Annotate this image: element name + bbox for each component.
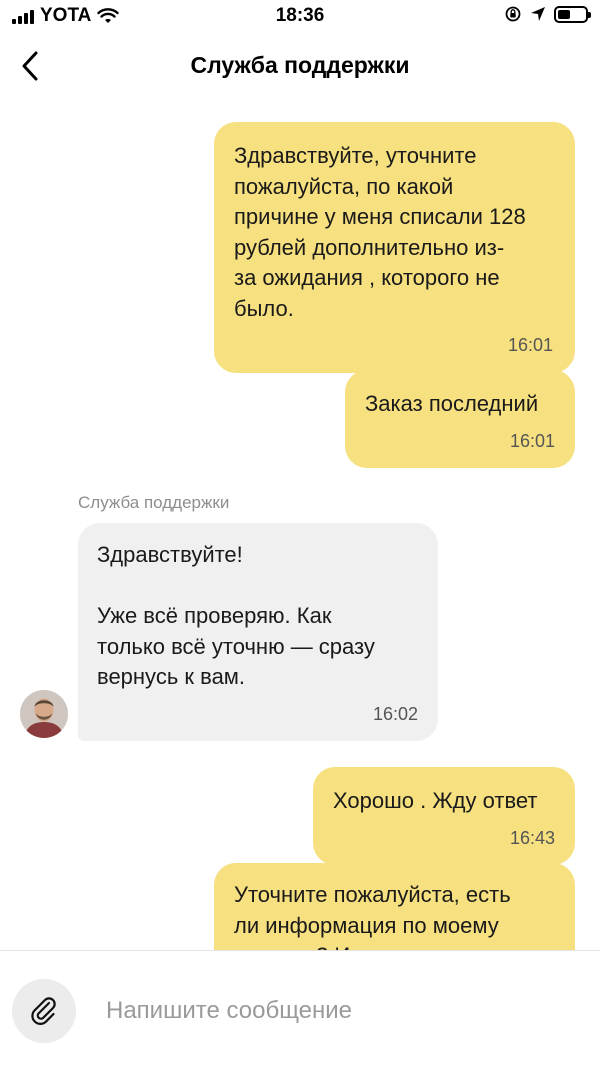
message-composer [0,950,600,1066]
paperclip-icon [31,997,56,1025]
battery-icon [554,5,591,23]
message-time: 16:43 [509,827,555,848]
message-outgoing[interactable]: Уточните пожалуйста, есть ли информация … [214,863,575,950]
message-incoming[interactable]: Здравствуйте! Уже всё проверяю. Как толь… [78,523,438,741]
message-outgoing[interactable]: Здравствуйте, уточните пожалуйста, по ка… [214,122,575,373]
status-bar: YOTA 18:36 [0,0,600,34]
message-text: Хорошо . Жду ответ [333,788,538,813]
attach-button[interactable] [12,979,76,1043]
message-text: Уточните пожалуйста, есть ли информация … [234,882,511,950]
location-arrow-icon [531,7,545,21]
orientation-lock-icon [505,6,521,22]
message-time: 16:01 [509,430,555,451]
message-time: 16:01 [507,335,553,355]
message-input[interactable] [92,985,582,1037]
page-title: Служба поддержки [190,52,410,78]
sender-name: Служба поддержки [78,493,230,512]
message-outgoing[interactable]: Заказ последний 16:01 [345,370,575,468]
chat-messages[interactable]: Здравствуйте, уточните пожалуйста, по ка… [0,100,600,950]
agent-avatar [20,690,68,738]
message-outgoing[interactable]: Хорошо . Жду ответ 16:43 [313,767,575,865]
chat-header: Служба поддержки [0,34,600,100]
status-icons [504,5,591,23]
message-time: 16:02 [372,703,418,724]
avatar-photo [20,690,68,738]
message-text: Заказ последний [365,391,539,416]
message-text: Здравствуйте! Уже всё проверяю. Как толь… [97,542,375,689]
message-text: Здравствуйте, уточните пожалуйста, по ка… [234,143,526,321]
